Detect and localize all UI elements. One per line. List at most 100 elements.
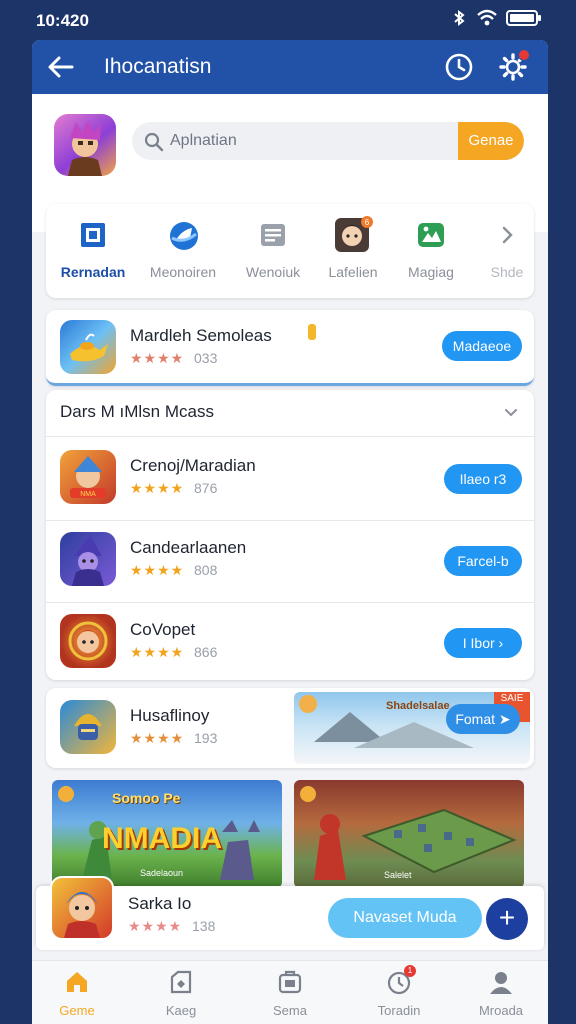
install-button[interactable]: Ilaeo r3 [444,464,522,494]
rating-stars: ★★★★ [130,480,185,496]
banner-tag: Shadelsalae [386,700,450,712]
search-button[interactable]: Genae [458,122,524,160]
add-button[interactable]: + [486,898,528,940]
category-item-3[interactable]: 6 Lafelien [312,216,394,280]
box-icon [278,970,302,994]
nav-item-sema[interactable]: Sema [245,969,335,1018]
featured-action-button[interactable]: Madaeoe [442,331,522,361]
svg-text:6: 6 [365,218,370,227]
nav-item-profile[interactable]: Mroada [456,969,546,1018]
history-clock-icon[interactable] [444,52,474,82]
nav-item-kaeg[interactable]: Kaeg [136,969,226,1018]
game-tile[interactable]: Salelet [294,780,524,888]
featured-app-card[interactable]: Mardleh Semoleas ★★★★ 033 Madaeoe [46,310,534,386]
tile-subtitle: Salelet [384,870,412,880]
category-label: Meonoiren [149,264,217,280]
status-bar: 10:420 [0,0,576,40]
app-name: Sarka Io [128,894,192,913]
install-button[interactable]: Farcel-b [444,546,522,576]
primary-action-button[interactable]: Navaset Muda [328,898,482,938]
app-screen: Ihocanatisn Genae Rernadan [32,40,548,1024]
rating-count: 138 [192,918,216,934]
settings-button[interactable] [498,49,530,82]
app-list-section: Dars M ıMlsn Mcass NMA Crenoj/Maradian ★… [46,390,534,680]
svg-text:NMA: NMA [80,491,96,498]
rating-stars: ★★★★ [130,730,185,746]
app-name: CoVopet [130,620,196,639]
page-title: Ihocanatisn [104,55,212,78]
list-item[interactable]: Candearlaanen ★★★★ 808 Farcel-b [46,520,534,602]
profile-icon [490,972,512,994]
bottom-navigation: Geme Kaeg Sema 1 Toradin Mroada [32,960,548,1024]
nav-label: Mroada [478,1003,524,1018]
bag-icon [170,970,192,994]
list-icon [261,224,285,246]
app-icon [50,876,114,940]
app-icon [60,700,116,754]
knight-icon [74,714,102,740]
promo-banner[interactable]: Shadelsalae SAIE Fomat ➤ [294,692,530,764]
map-icon [418,223,444,247]
hero-face-icon [68,621,108,661]
hero-avatar-image [68,120,102,176]
notification-badge: 1 [404,965,416,977]
category-item-2[interactable]: Wenoiuk [232,220,314,280]
nav-label: Toradin [377,1003,421,1018]
globe-icon [170,222,198,250]
category-label: Lafelien [328,264,378,280]
wifi-icon [477,9,497,26]
search-input[interactable] [170,122,450,160]
chevron-down-icon[interactable] [502,404,520,422]
category-item-0[interactable]: Rernadan [52,220,134,280]
list-item[interactable]: CoVopet ★★★★ 866 I Ibor › [46,602,534,684]
app-bar: Ihocanatisn [32,40,548,94]
avatar[interactable] [54,114,116,176]
rating-count: 876 [194,480,218,496]
app-name: Crenoj/Maradian [130,456,256,475]
nav-label: Sema [273,1003,307,1018]
warrior-icon: NMA [70,456,106,498]
character-avatar-icon: 6 [335,216,373,252]
bluetooth-icon [454,10,465,26]
back-arrow-icon[interactable] [46,53,76,81]
rating-stars: ★★★★ [128,918,183,934]
tile-subtitle: Sadelaoun [140,868,184,878]
section-title: Dars M ıMlsn Mcass [60,402,214,421]
nav-item-toradin[interactable]: 1 Toradin [354,965,444,1018]
category-label: Magiag [408,264,454,280]
home-icon [67,972,87,992]
rating-count: 193 [194,730,218,746]
battery-icon [506,10,541,26]
rating-count: 033 [194,350,218,366]
rating-count: 866 [194,644,218,660]
app-name: Mardleh Semoleas [130,326,272,345]
status-icons [450,9,542,27]
search-bar: Genae [132,122,524,160]
sticky-app-card[interactable]: Sarka Io ★★★★ 138 Navaset Muda + [36,876,544,950]
category-item-1[interactable]: Meonoiren [142,220,224,280]
promo-action-button[interactable]: Fomat ➤ [446,704,520,734]
rating-count: 808 [194,562,218,578]
genie-lamp-icon [70,333,108,362]
search-icon [144,132,164,152]
app-name: Husaflinoy [130,706,210,725]
game-tile[interactable]: Somoo Pe NMADIA Sadelaoun [52,780,282,888]
app-icon [60,614,116,668]
category-label: Rernadan [60,264,126,280]
app-icon [60,532,116,586]
game-tiles: Somoo Pe NMADIA Sadelaoun Salelet [50,780,534,890]
promo-app-card[interactable]: Husaflinoy ★★★★ 193 Shadelsalae SAIE Fom… [46,688,534,768]
highlight-badge-icon [308,324,316,340]
rating-stars: ★★★★ [130,562,185,578]
rating-stars: ★★★★ [130,644,185,660]
hero-knight-icon [64,892,100,938]
nav-label: Geme [59,1003,95,1018]
rating-stars: ★★★★ [130,350,185,366]
tile-title: Somoo Pe [112,790,181,806]
install-button[interactable]: I Ibor › [444,628,522,658]
list-item[interactable]: NMA Crenoj/Maradian ★★★★ 876 Ilaeo r3 [46,438,534,520]
app-icon [60,320,116,374]
category-item-4[interactable]: Magiag [390,220,472,280]
nav-item-home[interactable]: Geme [32,969,122,1018]
category-item-5[interactable]: Shde [476,220,538,280]
